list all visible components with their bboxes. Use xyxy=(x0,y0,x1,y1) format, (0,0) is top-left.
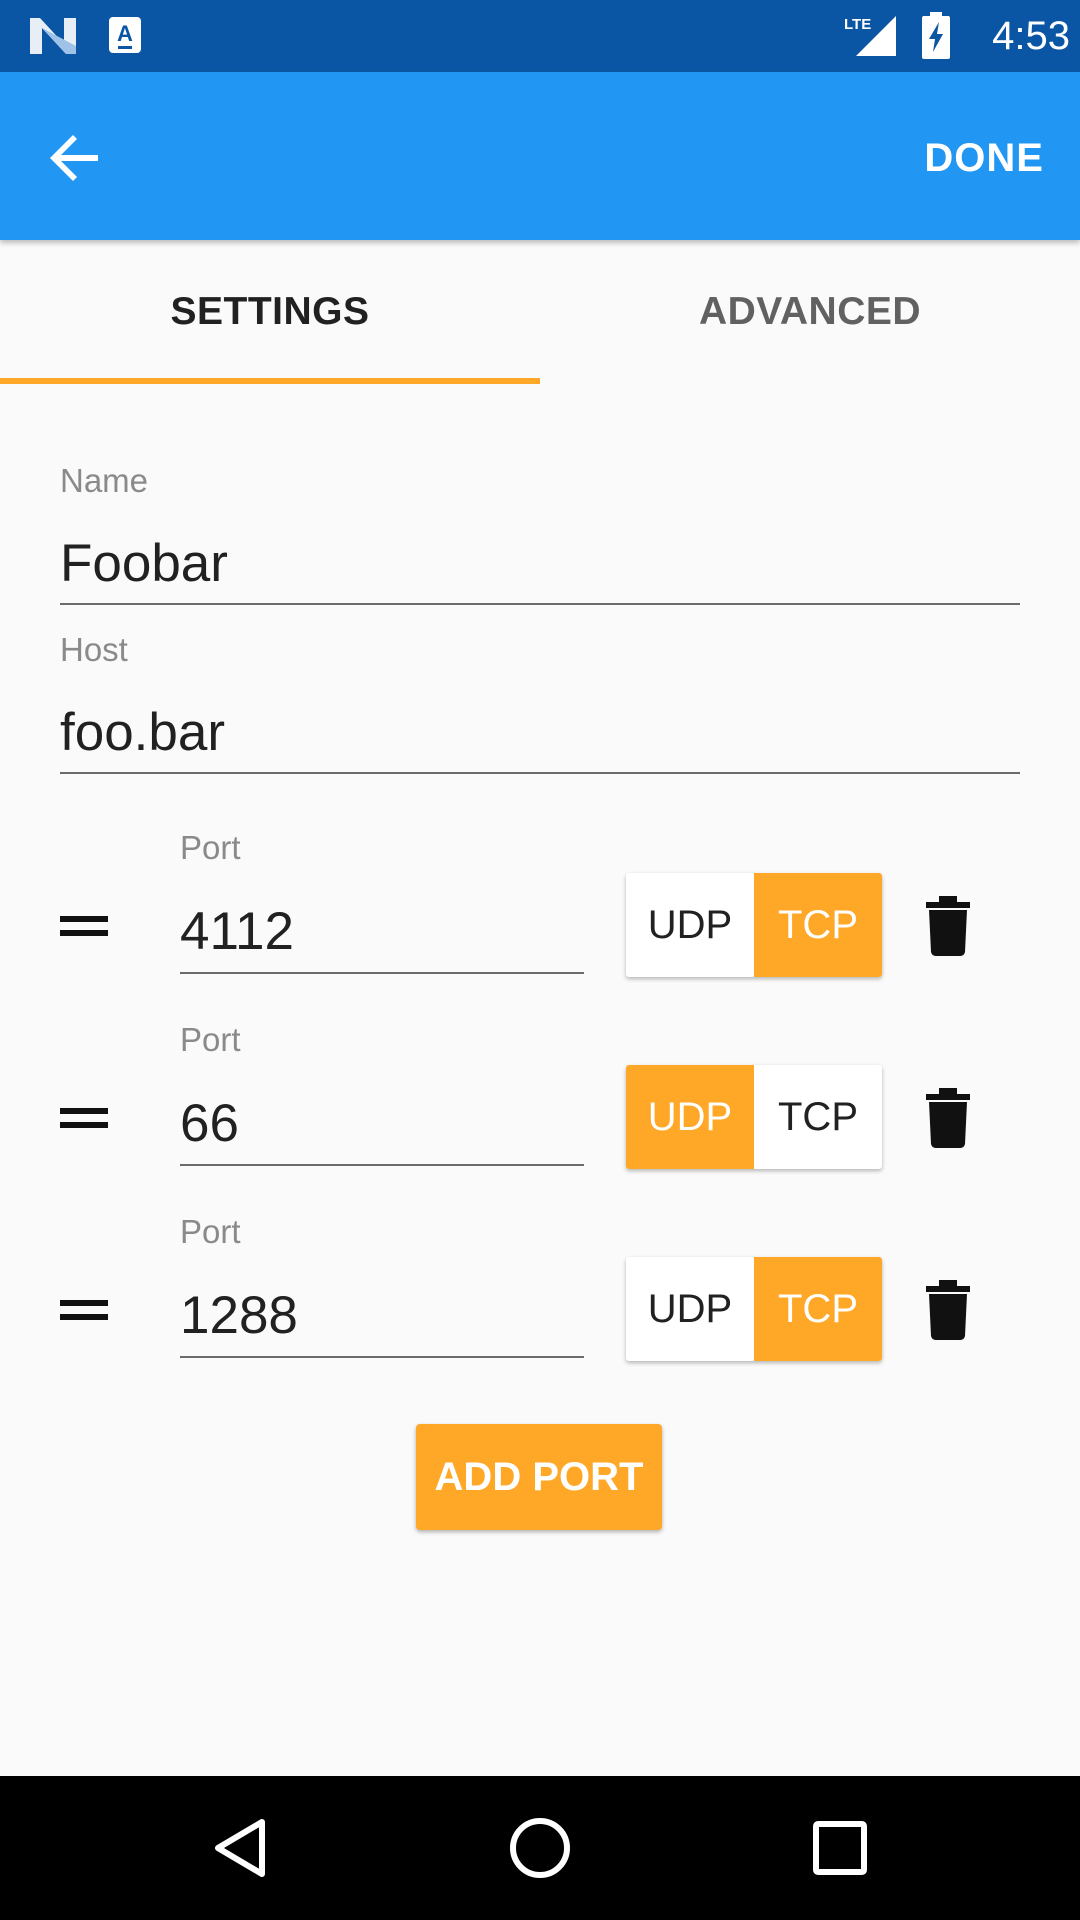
tab-settings[interactable]: SETTINGS xyxy=(0,240,540,384)
notification-n-icon xyxy=(30,18,76,54)
drag-handle-icon[interactable] xyxy=(60,1300,108,1320)
done-button[interactable]: DONE xyxy=(924,130,1044,186)
status-bar: A LTE 4:53 xyxy=(0,0,1080,72)
host-label: Host xyxy=(60,631,128,668)
port-field[interactable]: 4112 xyxy=(180,900,294,964)
tcp-option[interactable]: TCP xyxy=(754,873,882,977)
udp-option[interactable]: UDP xyxy=(626,1257,754,1361)
nav-back-button[interactable] xyxy=(206,1812,278,1884)
back-button[interactable] xyxy=(34,118,114,198)
battery-charging-icon xyxy=(922,12,950,59)
navigation-bar xyxy=(0,1776,1080,1920)
tab-bar: SETTINGS ADVANCED xyxy=(0,240,1080,384)
port-field[interactable]: 1288 xyxy=(180,1284,298,1348)
port-field[interactable]: 66 xyxy=(180,1092,239,1156)
tcp-option[interactable]: TCP xyxy=(754,1257,882,1361)
port-label: Port xyxy=(180,1021,241,1058)
svg-text:LTE: LTE xyxy=(844,16,871,33)
port-field-underline xyxy=(180,1164,584,1166)
udp-option[interactable]: UDP xyxy=(626,873,754,977)
name-field-underline xyxy=(60,603,1020,605)
port-label: Port xyxy=(180,1213,241,1250)
delete-port-button[interactable] xyxy=(924,1280,972,1340)
notification-a-icon: A xyxy=(109,17,141,53)
nav-home-button[interactable] xyxy=(504,1812,576,1884)
host-field-underline xyxy=(60,772,1020,774)
port-field-underline xyxy=(180,1356,584,1358)
nav-recents-icon xyxy=(813,1821,867,1875)
nav-home-icon xyxy=(510,1818,570,1878)
port-field-underline xyxy=(180,972,584,974)
trash-icon xyxy=(926,1280,970,1340)
tab-indicator xyxy=(0,378,540,384)
delete-port-button[interactable] xyxy=(924,1088,972,1148)
trash-icon xyxy=(926,1088,970,1148)
tab-advanced[interactable]: ADVANCED xyxy=(540,240,1080,384)
port-label: Port xyxy=(180,829,241,866)
protocol-toggle: UDP TCP xyxy=(626,1065,882,1169)
lte-signal-icon: LTE xyxy=(844,16,896,56)
drag-handle-icon[interactable] xyxy=(60,916,108,936)
drag-handle-icon[interactable] xyxy=(60,1108,108,1128)
trash-icon xyxy=(926,896,970,956)
tcp-option[interactable]: TCP xyxy=(754,1065,882,1169)
delete-port-button[interactable] xyxy=(924,896,972,956)
svg-text:A: A xyxy=(117,21,133,46)
udp-option[interactable]: UDP xyxy=(626,1065,754,1169)
name-field[interactable]: Foobar xyxy=(60,532,228,596)
status-time: 4:53 xyxy=(992,14,1070,58)
nav-recents-button[interactable] xyxy=(804,1812,876,1884)
nav-back-icon xyxy=(215,1819,265,1877)
protocol-toggle: UDP TCP xyxy=(626,873,882,977)
add-port-button[interactable]: ADD PORT xyxy=(416,1424,662,1530)
name-label: Name xyxy=(60,462,149,499)
app-bar: DONE xyxy=(0,72,1080,240)
host-field[interactable]: foo.bar xyxy=(60,701,225,765)
protocol-toggle: UDP TCP xyxy=(626,1257,882,1361)
arrow-back-icon xyxy=(50,135,98,181)
